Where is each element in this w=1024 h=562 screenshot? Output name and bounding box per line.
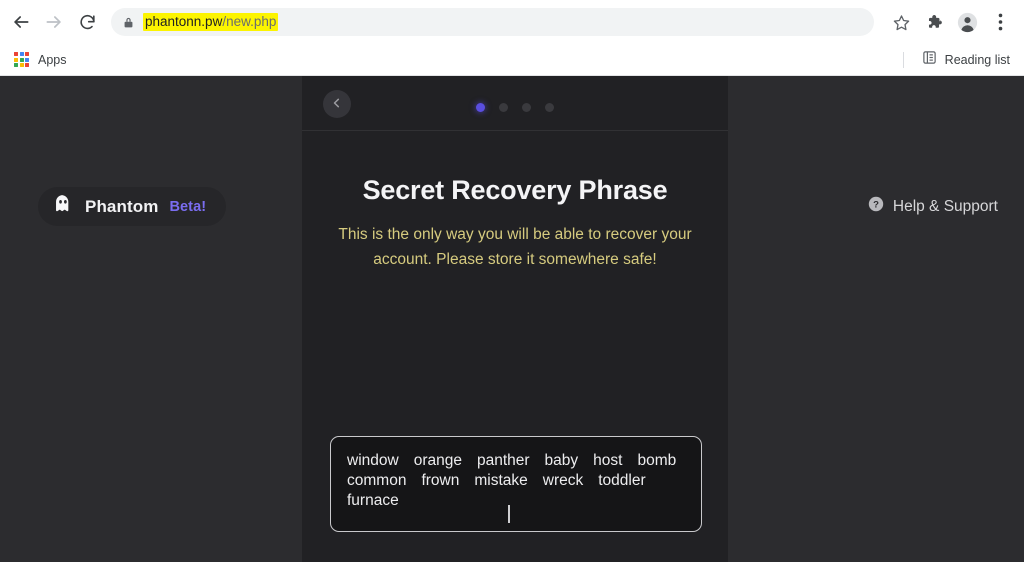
svg-text:?: ? — [873, 199, 879, 210]
brand-name: Phantom — [85, 196, 159, 216]
warning-text: This is the only way you will be able to… — [338, 226, 692, 268]
page-left-pane — [0, 76, 302, 562]
seed-word: furnace — [347, 492, 399, 509]
text-cursor — [508, 505, 510, 523]
bookmarks-divider — [902, 51, 904, 68]
browser-toolbar: phantonn.pw/new.php — [0, 0, 1024, 44]
seed-word: mistake — [474, 472, 528, 489]
apps-label: Apps — [38, 52, 67, 67]
brand-beta-badge: Beta! — [169, 198, 207, 215]
profile-avatar-icon[interactable] — [953, 8, 981, 36]
help-support-link[interactable]: ? Help & Support — [868, 196, 998, 217]
url-text[interactable]: phantonn.pw/new.php — [143, 13, 279, 31]
url-path: /new.php — [222, 14, 277, 29]
browser-chrome: phantonn.pw/new.php Apps Reading list — [0, 0, 1024, 76]
step-indicator — [302, 103, 728, 112]
phantom-brand[interactable]: Phantom Beta! — [38, 187, 227, 226]
seed-word: host — [593, 452, 623, 469]
back-nav-icon[interactable] — [6, 7, 36, 37]
phantom-ghost-icon — [52, 193, 74, 220]
url-host: phantonn.pw — [145, 14, 223, 29]
step-dot-3[interactable] — [522, 103, 531, 112]
recovery-phrase-modal: Secret Recovery Phrase This is the only … — [302, 76, 728, 562]
phantom-page: Phantom Beta! ? Help & Support Secret Re… — [0, 76, 1024, 562]
seed-word: wreck — [542, 472, 584, 489]
apps-grid-icon — [14, 52, 29, 67]
help-support-label: Help & Support — [892, 197, 998, 215]
seed-word: baby — [544, 452, 579, 469]
reading-list-label: Reading list — [944, 52, 1010, 67]
bookmarks-bar: Apps Reading list — [0, 44, 1024, 76]
seed-phrase-words: window orange panther baby host bomb com… — [347, 451, 685, 511]
reading-list-icon — [922, 50, 937, 70]
step-dot-4[interactable] — [545, 103, 554, 112]
reload-icon[interactable] — [72, 7, 102, 37]
seed-word: panther — [476, 452, 530, 469]
address-bar[interactable]: phantonn.pw/new.php — [111, 8, 874, 36]
page-right-pane — [728, 76, 1024, 562]
chrome-menu-icon[interactable] — [986, 8, 1014, 36]
page-title: Secret Recovery Phrase — [362, 175, 668, 205]
seed-word: bomb — [637, 452, 677, 469]
reading-list-shortcut[interactable]: Reading list — [899, 48, 1014, 72]
seed-word: orange — [413, 452, 462, 469]
seed-phrase-box[interactable]: window orange panther baby host bomb com… — [330, 436, 702, 532]
seed-word: toddler — [598, 472, 646, 489]
seed-word: window — [347, 452, 399, 469]
modal-header — [302, 76, 728, 131]
step-dot-1[interactable] — [476, 103, 485, 112]
seed-word: frown — [421, 472, 460, 489]
bookmark-star-icon[interactable] — [887, 8, 915, 36]
apps-shortcut[interactable]: Apps — [8, 50, 73, 69]
step-dot-2[interactable] — [499, 103, 508, 112]
seed-word: common — [347, 472, 407, 489]
lock-icon — [123, 16, 134, 29]
help-circle-icon: ? — [868, 196, 884, 217]
extensions-puzzle-icon[interactable] — [920, 8, 948, 36]
url-highlight: phantonn.pw/new.php — [143, 13, 279, 31]
forward-nav-icon[interactable] — [39, 7, 69, 37]
